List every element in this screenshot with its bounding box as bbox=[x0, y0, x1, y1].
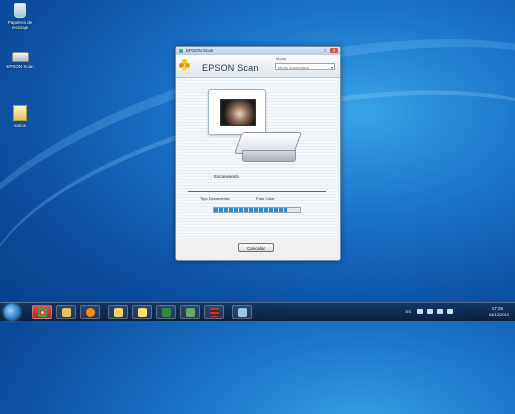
help-icon[interactable] bbox=[417, 309, 423, 314]
folder-icon bbox=[114, 308, 123, 317]
folder-icon bbox=[13, 105, 27, 121]
scanner-icon bbox=[11, 52, 29, 62]
progress-bar-fill bbox=[214, 208, 288, 212]
scan-panel: Escaneando Tipo Documento: Foto Color bbox=[178, 78, 338, 238]
progress-bar bbox=[213, 207, 301, 213]
clock-date[interactable]: 04/12/2012 bbox=[489, 312, 509, 317]
taskbar-scan-button[interactable] bbox=[180, 305, 200, 319]
taskbar-photos-button[interactable] bbox=[132, 305, 152, 319]
doc-type-label: Tipo Documento: bbox=[200, 196, 231, 201]
cancel-button[interactable]: Cancelar bbox=[238, 243, 274, 252]
media-player-icon bbox=[86, 308, 95, 317]
recycle-bin-icon bbox=[14, 3, 26, 18]
desktop-icon-recycle-bin[interactable]: Papelera de reciclaje bbox=[2, 3, 38, 30]
volume-icon[interactable] bbox=[437, 309, 443, 314]
start-button[interactable] bbox=[4, 304, 20, 320]
scanner-illustration-icon bbox=[233, 132, 303, 166]
epson-scan-icon bbox=[238, 308, 247, 317]
photo-viewer-icon bbox=[138, 308, 147, 317]
clock-time[interactable]: 17:25 bbox=[492, 306, 503, 311]
mode-select[interactable]: Modo Automático ▾ bbox=[275, 63, 335, 70]
desktop-icon-label: EPSON Scan bbox=[6, 64, 34, 69]
mode-label: Modo bbox=[276, 56, 287, 61]
epson-logo-icon bbox=[179, 59, 190, 71]
spreadsheet-icon bbox=[162, 308, 171, 317]
desktop-icon-label: varios bbox=[13, 123, 26, 128]
taskbar-paint-button[interactable] bbox=[56, 305, 76, 319]
taskbar-media-button[interactable] bbox=[80, 305, 100, 319]
brand-title: EPSON Scan bbox=[202, 63, 259, 73]
window-title: EPSON Scan bbox=[186, 48, 214, 53]
epson-scan-window: EPSON Scan ? ✕ EPSON Scan Modo Modo Auto… bbox=[175, 46, 341, 261]
close-button[interactable]: ✕ bbox=[330, 48, 338, 53]
taskbar-epson-button[interactable] bbox=[232, 305, 252, 319]
network-icon[interactable] bbox=[427, 309, 433, 314]
chevron-down-icon: ▾ bbox=[330, 65, 333, 70]
window-titlebar[interactable]: EPSON Scan ? ✕ bbox=[176, 47, 340, 55]
photo-thumbnail bbox=[220, 99, 256, 126]
window-header: EPSON Scan Modo Modo Automático ▾ bbox=[176, 55, 340, 78]
desktop-icon-label: Papelera de reciclaje bbox=[7, 20, 33, 30]
scanner-icon bbox=[186, 308, 195, 317]
app-icon bbox=[179, 49, 183, 53]
taskbar-app-button[interactable] bbox=[204, 305, 224, 319]
taskbar-chrome-button[interactable] bbox=[32, 305, 52, 319]
window-footer: Cancelar bbox=[178, 238, 338, 258]
divider bbox=[188, 191, 326, 192]
app-icon bbox=[210, 308, 219, 317]
flag-icon[interactable] bbox=[447, 309, 453, 314]
chrome-icon bbox=[38, 308, 47, 317]
taskbar-explorer-button[interactable] bbox=[108, 305, 128, 319]
desktop-icon-epson-scan[interactable]: EPSON Scan bbox=[2, 46, 38, 69]
help-button[interactable]: ? bbox=[322, 48, 328, 53]
taskbar-excel-button[interactable] bbox=[156, 305, 176, 319]
mode-select-value: Modo Automático bbox=[278, 65, 309, 70]
paint-icon bbox=[62, 308, 71, 317]
preview-bubble bbox=[208, 89, 266, 135]
scan-status: Escaneando bbox=[214, 174, 240, 179]
system-tray: ES 17:25 04/12/2012 bbox=[391, 305, 511, 319]
taskbar: ES 17:25 04/12/2012 bbox=[0, 302, 515, 321]
desktop-icon-varios[interactable]: varios bbox=[2, 105, 38, 128]
doc-type-value: Foto Color bbox=[256, 196, 275, 201]
language-indicator[interactable]: ES bbox=[406, 309, 411, 314]
